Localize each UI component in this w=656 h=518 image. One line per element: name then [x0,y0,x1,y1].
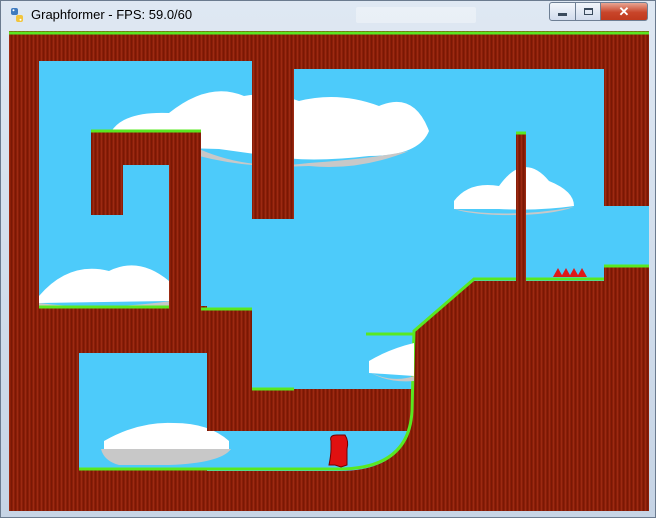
title-bar[interactable]: Graphformer - FPS: 59.0/60 ✕ [1,1,655,29]
player-character [328,434,349,468]
minimize-icon [558,13,567,16]
close-icon: ✕ [618,3,630,19]
maximize-button[interactable] [575,2,601,21]
maximize-icon [583,8,593,15]
python-icon [11,8,23,22]
minimize-button[interactable] [549,2,576,21]
game-canvas[interactable] [9,31,649,511]
background-title-ghost [356,7,476,23]
game-window: Graphformer - FPS: 59.0/60 ✕ [0,0,656,518]
close-button[interactable]: ✕ [600,2,648,21]
window-title: Graphformer - FPS: 59.0/60 [31,7,193,22]
